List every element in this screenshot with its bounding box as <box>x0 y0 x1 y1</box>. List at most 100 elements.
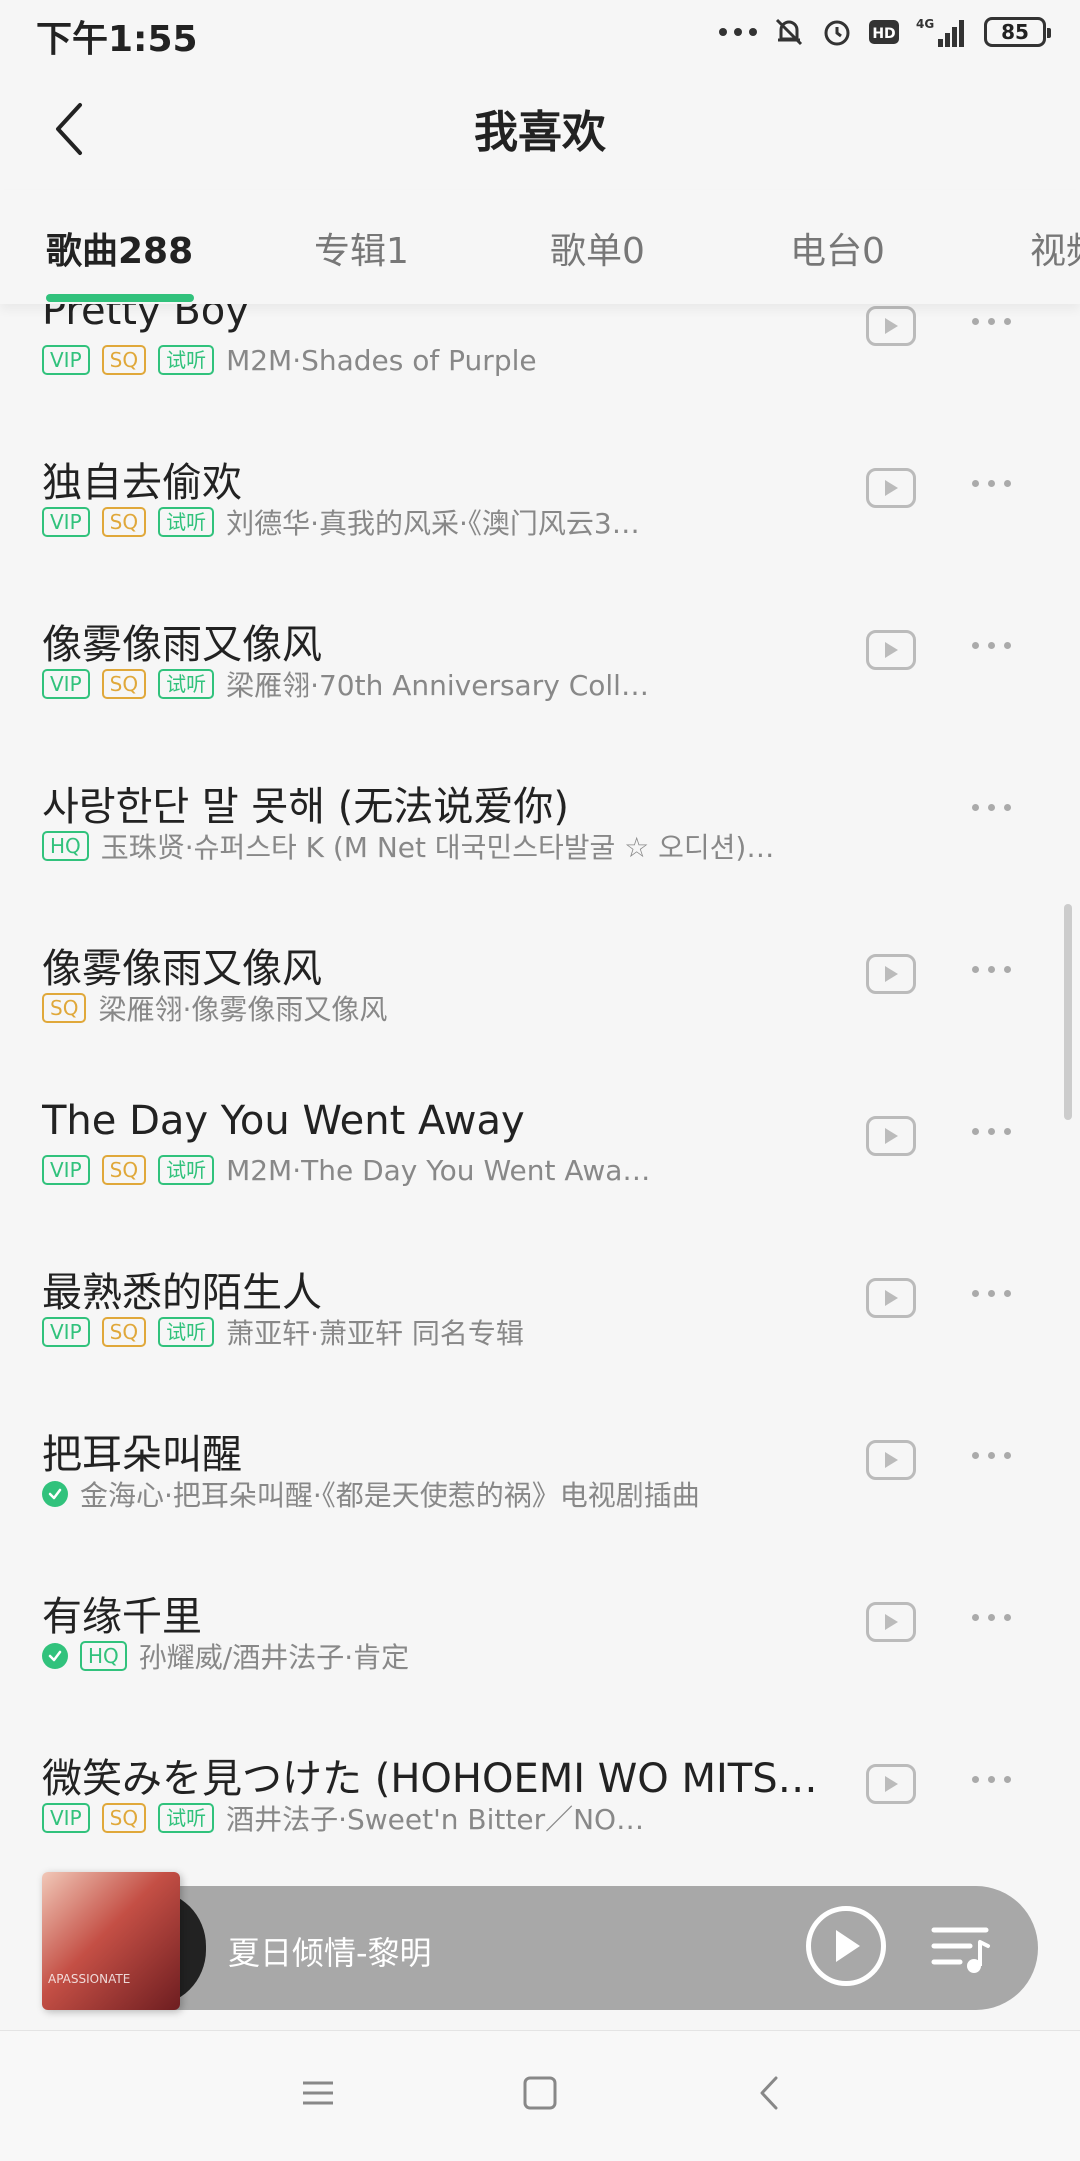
scrollbar[interactable] <box>1064 904 1072 1120</box>
mv-play-icon[interactable] <box>866 306 916 346</box>
song-subtitle: 萧亚轩·萧亚轩 同名专辑 <box>226 1317 524 1350</box>
song-subtitle: 孙耀威/酒井法子·肯定 <box>138 1641 410 1674</box>
mv-play-icon[interactable] <box>866 954 916 994</box>
home-nav-button[interactable] <box>522 2075 558 2115</box>
song-subtitle: 刘德华·真我的风采·《澳门风云3》电影插曲 <box>226 507 654 540</box>
tab-bar: 歌曲288 专辑1 歌单0 电台0 视频 <box>0 190 1080 304</box>
more-options-icon[interactable] <box>972 318 1011 325</box>
sq-badge: SQ <box>42 993 87 1023</box>
song-meta: HQ 孙耀威/酒井法子·肯定 <box>42 1638 409 1674</box>
song-row[interactable]: 像雾像雨又像风 VIP SQ 试听 梁雁翎·70th Anniversary Colle… <box>0 612 1080 774</box>
mv-play-icon[interactable] <box>866 1764 916 1804</box>
tab-songs[interactable]: 歌曲288 <box>46 222 193 274</box>
mv-play-icon[interactable] <box>866 1602 916 1642</box>
song-row[interactable]: The Day You Went Away VIP SQ 试听 M2M·The Day … <box>0 1098 1080 1260</box>
now-playing-title[interactable]: 夏日倾情-黎明 <box>228 1928 432 1974</box>
play-icon <box>836 1930 860 1962</box>
vip-badge: VIP <box>42 1803 90 1833</box>
trial-badge: 试听 <box>158 507 215 537</box>
page-title: 我喜欢 <box>474 107 606 158</box>
more-options-icon[interactable] <box>972 966 1011 973</box>
more-options-icon[interactable] <box>972 1290 1011 1297</box>
home-square-icon <box>523 2076 557 2110</box>
more-dots-icon <box>718 26 758 38</box>
trial-badge: 试听 <box>158 1803 215 1833</box>
play-button[interactable] <box>806 1906 886 1986</box>
signal-icon: 4G <box>914 15 970 49</box>
sq-badge: SQ <box>101 1803 147 1833</box>
status-icons: HD 4G 85 <box>718 12 1051 52</box>
mv-play-icon[interactable] <box>866 1116 916 1156</box>
song-title: 像雾像雨又像风 <box>42 622 322 668</box>
trial-badge: 试听 <box>158 345 215 375</box>
bell-muted-icon <box>772 15 806 49</box>
song-meta: VIP SQ 试听梁雁翎·70th Anniversary Collection <box>42 666 654 702</box>
song-row[interactable]: 最熟悉的陌生人 VIP SQ 试听 萧亚轩·萧亚轩 同名专辑 <box>0 1260 1080 1422</box>
song-meta: VIP SQ 试听 萧亚轩·萧亚轩 同名专辑 <box>42 1314 524 1350</box>
mv-play-icon[interactable] <box>866 1278 916 1318</box>
song-meta: 金海心·把耳朵叫醒·《都是天使惹的祸》电视剧插曲 <box>42 1476 700 1512</box>
song-title: 独自去偷欢 <box>42 460 242 506</box>
song-row[interactable]: 把耳朵叫醒 金海心·把耳朵叫醒·《都是天使惹的祸》电视剧插曲 <box>0 1422 1080 1584</box>
mv-play-icon[interactable] <box>866 468 916 508</box>
album-cover[interactable]: APASSIONATE <box>42 1872 180 2010</box>
alarm-icon <box>820 15 854 49</box>
cover-text: APASSIONATE <box>48 1972 131 1986</box>
more-options-icon[interactable] <box>972 804 1011 811</box>
song-subtitle: M2M·Shades of Purple <box>226 343 537 377</box>
song-subtitle: M2M·The Day You Went Away The Best Of M.… <box>226 1153 654 1187</box>
song-title: 像雾像雨又像风 <box>42 946 322 992</box>
tab-indicator <box>46 294 194 302</box>
song-meta: VIP SQ 试听刘德华·真我的风采·《澳门风云3》电影插曲 <box>42 504 654 540</box>
song-title: 最熟悉的陌生人 <box>42 1270 322 1316</box>
song-subtitle: 梁雁翎·70th Anniversary Collection <box>226 669 654 702</box>
tab-albums[interactable]: 专辑1 <box>314 222 409 274</box>
system-nav-bar <box>0 2030 1080 2161</box>
svg-text:4G: 4G <box>916 17 934 31</box>
battery-indicator: 85 <box>984 17 1051 47</box>
song-row[interactable]: 有缘千里 HQ 孙耀威/酒井法子·肯定 <box>0 1584 1080 1746</box>
song-subtitle: 金海心·把耳朵叫醒·《都是天使惹的祸》电视剧插曲 <box>80 1479 700 1512</box>
sq-badge: SQ <box>101 345 147 375</box>
status-time: 下午1:55 <box>36 19 198 60</box>
mv-play-icon[interactable] <box>866 1440 916 1480</box>
tab-videos[interactable]: 视频 <box>1030 222 1080 274</box>
song-row[interactable]: Pretty Boy VIP SQ 试听 M2M·Shades of Purple <box>0 304 1080 450</box>
more-options-icon[interactable] <box>972 1128 1011 1135</box>
more-options-icon[interactable] <box>972 1614 1011 1621</box>
song-meta: VIP SQ 试听酒井法子·Sweet'n Bitter／NORIKO PartVI… <box>42 1800 654 1836</box>
song-title: 把耳朵叫醒 <box>42 1432 242 1478</box>
menu-nav-button[interactable] <box>300 2075 336 2115</box>
song-title: 사랑한단 말 못해 (无法说爱你) <box>42 784 569 830</box>
playlist-icon <box>931 1927 990 1973</box>
back-nav-button[interactable] <box>752 2075 788 2115</box>
vip-badge: VIP <box>42 1155 90 1185</box>
song-title: 有缘千里 <box>42 1594 202 1640</box>
playlist-button[interactable] <box>930 1920 994 1980</box>
sq-badge: SQ <box>101 1155 147 1185</box>
song-title: 微笑みを見つけた (HOHOEMI WO MITSUK... <box>42 1756 842 1802</box>
tab-playlists[interactable]: 歌单0 <box>550 222 645 274</box>
mv-play-icon[interactable] <box>866 630 916 670</box>
song-meta: SQ 梁雁翎·像雾像雨又像风 <box>42 990 387 1026</box>
svg-text:HD: HD <box>872 26 895 42</box>
song-row[interactable]: 像雾像雨又像风 SQ 梁雁翎·像雾像雨又像风 <box>0 936 1080 1098</box>
song-row[interactable]: 微笑みを見つけた (HOHOEMI WO MITSUK... VIP SQ 试听 酒井法… <box>0 1746 1080 1872</box>
status-bar: 下午1:55 HD 4G 85 <box>0 0 1080 66</box>
more-options-icon[interactable] <box>972 480 1011 487</box>
downloaded-check-icon <box>42 1481 68 1507</box>
vip-badge: VIP <box>42 507 90 537</box>
song-subtitle: 梁雁翎·像雾像雨又像风 <box>98 993 388 1026</box>
sq-badge: SQ <box>101 669 147 699</box>
downloaded-check-icon <box>42 1643 68 1669</box>
more-options-icon[interactable] <box>972 1452 1011 1459</box>
vip-badge: VIP <box>42 1317 90 1347</box>
more-options-icon[interactable] <box>972 642 1011 649</box>
song-row[interactable]: 사랑한단 말 못해 (无法说爱你) HQ 玉珠贤·슈퍼스타 K (M Net 대국민… <box>0 774 1080 936</box>
song-row[interactable]: 独自去偷欢VIP SQ 试听刘德华·真我的风采·《澳门风云3》电影插曲 <box>0 450 1080 612</box>
song-meta: HQ 玉珠贤·슈퍼스타 K (M Net 대국민스타발굴 ☆ 오디션) (Supe… <box>42 828 777 864</box>
song-meta: VIP SQ 试听 M2M·The Day You Went Away The Bes… <box>42 1152 654 1188</box>
song-list[interactable]: Pretty Boy VIP SQ 试听 M2M·Shades of Purple 独自去… <box>0 304 1080 1872</box>
more-options-icon[interactable] <box>972 1776 1011 1783</box>
tab-radio[interactable]: 电台0 <box>790 222 885 274</box>
